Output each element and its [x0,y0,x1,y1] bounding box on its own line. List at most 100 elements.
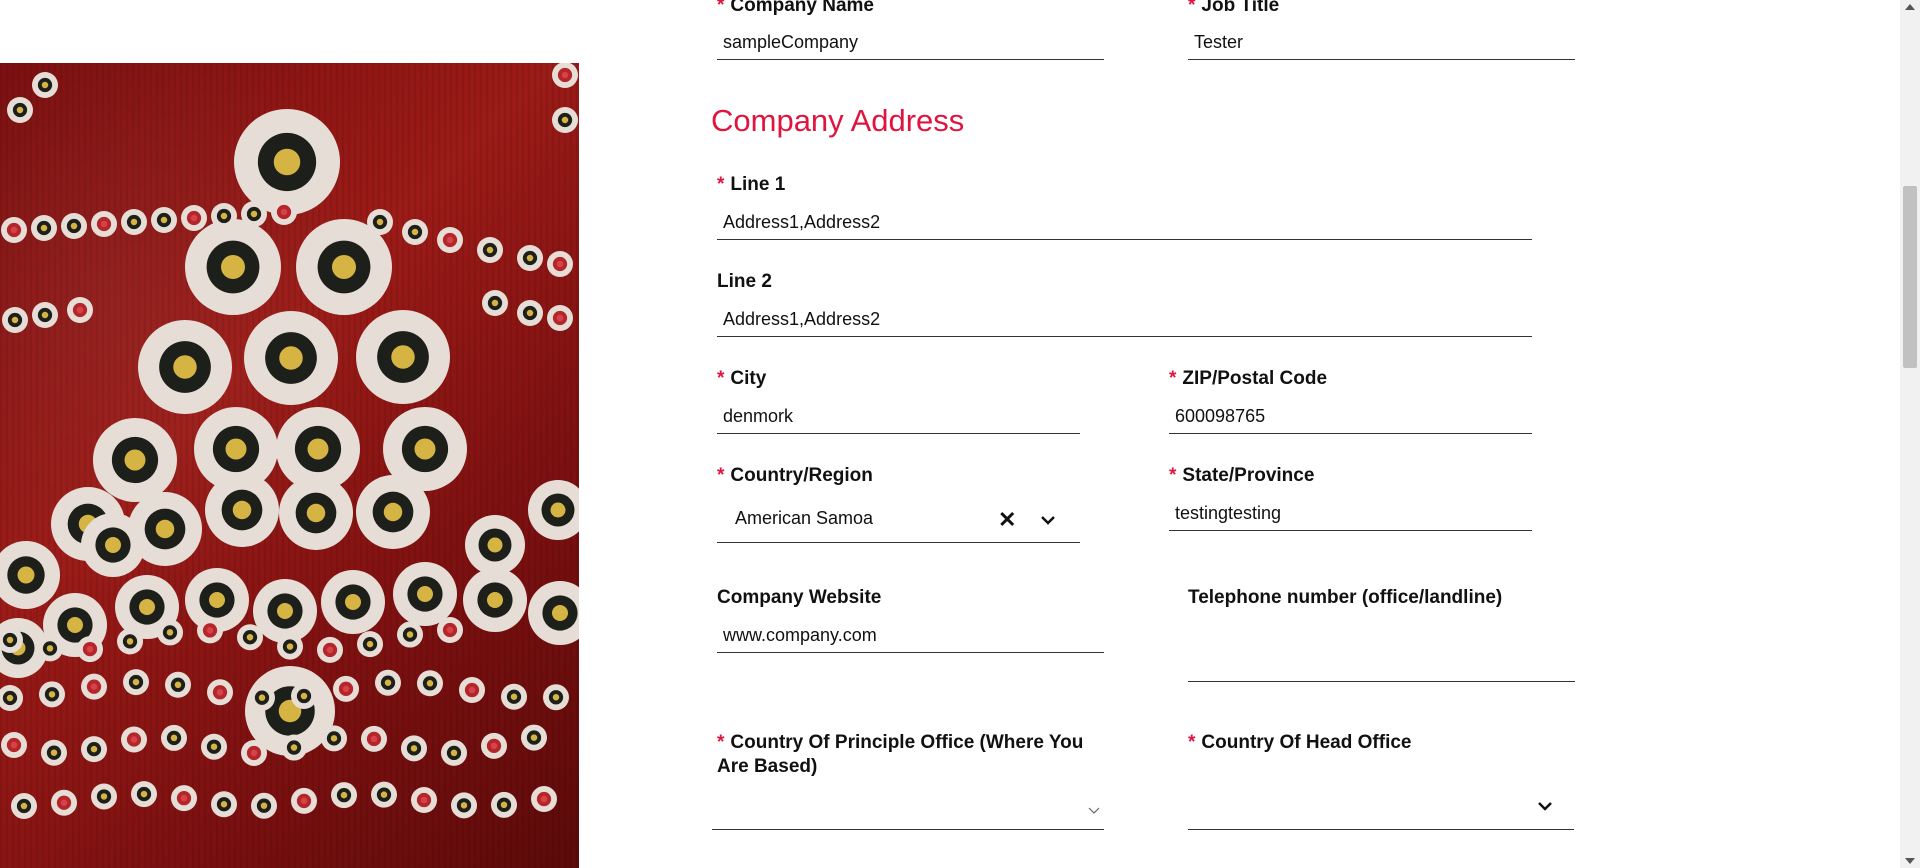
pattern-dot [37,635,63,662]
pattern-dot [121,209,147,235]
required-marker: * [717,174,725,195]
pattern-dot [481,732,507,759]
pattern-dot [547,251,573,277]
state-input[interactable] [1169,497,1532,531]
line2-input[interactable] [717,303,1532,337]
pattern-dot [241,739,267,766]
pattern-dot [397,621,423,648]
pattern-dot [93,418,177,502]
country-region-select[interactable]: American Samoa ✕ [717,498,1080,543]
telephone-input[interactable] [1188,648,1575,682]
pattern-dot [51,789,77,816]
pattern-dot [528,480,579,540]
head-office-label: * Country Of Head Office [1188,732,1412,753]
country-region-value: American Samoa [735,508,874,528]
pattern-dot [277,633,303,660]
required-marker: * [1169,368,1177,389]
company-name-label: * Company Name [717,0,874,18]
pattern-dot [402,219,428,245]
job-title-input[interactable] [1188,26,1575,60]
city-label: * City [717,368,767,389]
pattern-dot [81,736,107,763]
decorative-pattern [0,63,579,819]
principle-office-label: * Country Of Principle Office (Where You … [717,732,1084,777]
pattern-dot [249,684,275,711]
required-marker: * [717,0,725,16]
pattern-dot [237,624,263,651]
pattern-dot [543,684,569,711]
website-input[interactable] [717,619,1104,653]
pattern-dot [501,683,527,710]
pattern-dot [356,310,450,404]
country-region-label: * Country/Region [717,465,873,486]
pattern-dot [375,669,401,696]
pattern-dot [207,679,233,706]
pattern-dot [441,739,467,766]
pattern-dot [241,201,267,227]
pattern-dot [201,733,227,760]
pattern-dot [317,636,343,663]
pattern-dot [356,475,430,549]
pattern-dot [185,219,281,315]
pattern-dot [131,781,157,808]
pattern-dot [165,671,191,698]
pattern-dot [1,217,27,243]
scrollbar[interactable] [1900,0,1920,868]
pattern-dot [32,72,58,98]
pattern-dot [32,302,58,328]
required-marker: * [717,368,725,389]
pattern-dot [138,320,232,414]
pattern-dot [552,107,578,133]
pattern-dot [357,631,383,658]
pattern-dot [39,681,65,708]
pattern-dot [547,305,573,331]
chevron-down-icon[interactable] [1040,514,1056,526]
pattern-dot [371,781,397,808]
pattern-dot [121,726,147,753]
pattern-dot [123,669,149,696]
pattern-dot [291,787,317,814]
scroll-thumb[interactable] [1903,186,1917,368]
pattern-dot [91,783,117,810]
pattern-dot [463,568,527,632]
pattern-dot [437,617,463,644]
pattern-dot [451,792,477,819]
pattern-dot [91,211,117,237]
zip-input[interactable] [1169,400,1532,434]
pattern-dot [171,785,197,812]
pattern-dot [244,311,338,405]
pattern-dot [321,570,385,634]
chevron-down-icon[interactable] [1537,800,1553,812]
line1-input[interactable] [717,206,1532,240]
head-office-select[interactable] [1188,795,1574,830]
section-title: Company Address [711,103,965,138]
pattern-dot [211,791,237,818]
line2-label: Line 2 [717,271,772,292]
pattern-dot [271,199,297,225]
required-marker: * [717,732,725,753]
close-icon[interactable]: ✕ [998,509,1016,531]
company-name-input[interactable] [717,26,1104,60]
scroll-down-arrow[interactable] [1905,858,1915,864]
pattern-dot [61,213,87,239]
pattern-dot [205,473,279,547]
scroll-up-arrow[interactable] [1905,4,1915,10]
website-label: Company Website [717,587,882,608]
pattern-dot [117,628,143,655]
city-input[interactable] [717,400,1080,434]
pattern-dot [517,245,543,271]
pattern-dot [291,683,317,710]
pattern-dot [521,724,547,751]
required-marker: * [1169,465,1177,486]
pattern-dot [161,724,187,751]
required-marker: * [1188,0,1196,16]
pattern-dot [181,205,207,231]
pattern-dot [197,617,223,644]
principle-office-select[interactable] [712,795,1104,830]
pattern-dot [333,675,359,702]
pattern-dot [31,215,57,241]
pattern-dot [367,209,393,235]
chevron-down-icon[interactable] [1088,807,1100,815]
pattern-dot [331,782,357,809]
pattern-dot [11,793,37,819]
